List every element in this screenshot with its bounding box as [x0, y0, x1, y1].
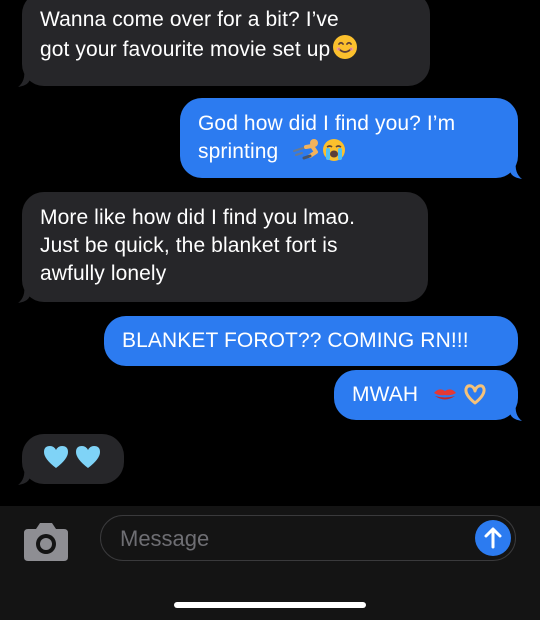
message-line: Wanna come over for a bit? I’ve — [40, 8, 339, 31]
message-input[interactable]: Message — [100, 515, 516, 561]
incoming-message-bubble[interactable]: Wanna come over for a bit? I’ve got your… — [22, 0, 430, 86]
message-line: Just be quick, the blanket fort is — [40, 234, 338, 257]
message-line: More like how did I find you lmao. — [40, 206, 356, 229]
running-person-icon — [292, 138, 320, 170]
bubble-tail — [510, 160, 522, 179]
outgoing-message-bubble[interactable]: MWAH — [334, 370, 518, 420]
light-blue-heart-icon — [42, 444, 70, 478]
message-line: awfully lonely — [40, 262, 167, 285]
send-button[interactable] — [475, 520, 511, 556]
home-indicator[interactable] — [174, 602, 366, 608]
outgoing-message-bubble[interactable]: God how did I find you? I’m sprinting — [180, 98, 518, 178]
composer-bar: Message — [0, 506, 540, 620]
incoming-message-bubble[interactable] — [22, 434, 124, 484]
loudly-crying-face-icon — [322, 138, 346, 170]
arrow-up-icon — [484, 527, 502, 549]
message-line: God how did I find you? I’m — [198, 112, 456, 135]
bubble-tail — [510, 402, 522, 421]
light-blue-heart-icon — [74, 444, 102, 478]
heart-hands-icon — [462, 383, 488, 413]
bubble-tail — [18, 68, 30, 87]
message-thread: Wanna come over for a bit? I’ve got your… — [0, 0, 540, 506]
outgoing-message-bubble[interactable]: BLANKET FOROT?? COMING RN!!! — [104, 316, 518, 366]
camera-button[interactable] — [20, 519, 72, 565]
message-line: BLANKET FOROT?? COMING RN!!! — [122, 329, 469, 352]
message-line: got your favourite movie set up — [40, 38, 331, 61]
incoming-message-bubble[interactable]: More like how did I find you lmao. Just … — [22, 192, 428, 302]
camera-icon — [24, 523, 68, 561]
message-line: sprinting — [198, 140, 279, 163]
message-line: MWAH — [352, 383, 419, 406]
message-placeholder: Message — [120, 526, 210, 551]
bubble-tail — [18, 284, 30, 303]
bubble-tail — [18, 466, 30, 485]
kiss-mark-icon — [432, 385, 458, 413]
smiling-face-icon — [332, 34, 358, 68]
